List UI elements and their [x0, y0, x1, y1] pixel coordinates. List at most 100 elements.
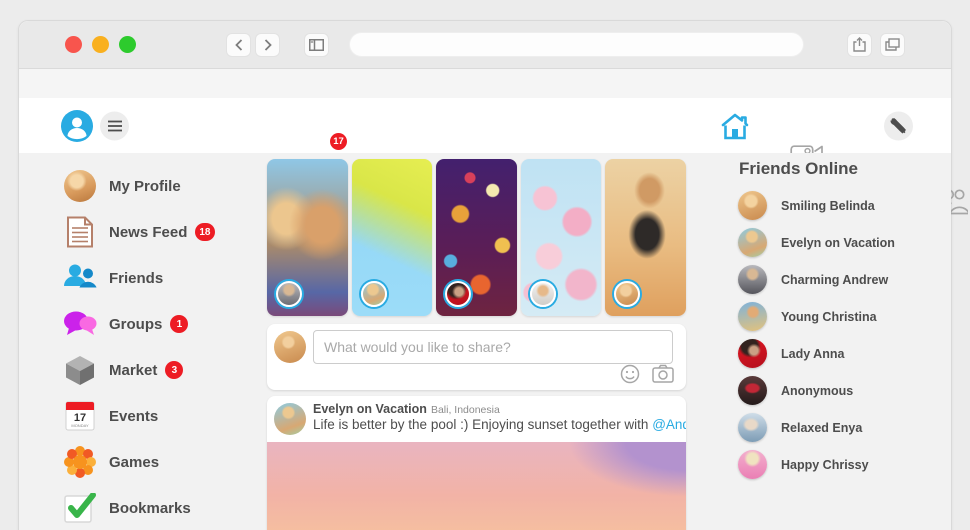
friend-item[interactable]: Relaxed Enya: [734, 409, 959, 446]
sidebar-label: Groups: [109, 316, 162, 333]
friend-item[interactable]: Young Christina: [734, 298, 959, 335]
photo-upload-button[interactable]: [652, 364, 674, 384]
sidebar-item-news-feed[interactable]: News Feed 18: [19, 209, 264, 255]
share-upload-icon: [853, 37, 866, 52]
games-flower-icon: [61, 443, 99, 481]
friend-avatar: [738, 228, 767, 257]
page-margin: [19, 69, 951, 98]
calendar-icon: 17 MONDAY: [61, 397, 99, 435]
video-badge: 17: [330, 133, 347, 150]
zoom-window-button[interactable]: [119, 36, 136, 53]
friend-avatar: [738, 191, 767, 220]
friend-name: Lady Anna: [781, 347, 844, 361]
feed-post[interactable]: Evelyn on Vacation Bali, Indonesia Life i…: [267, 396, 686, 530]
post-author-name[interactable]: Evelyn on Vacation: [313, 402, 427, 416]
story-card[interactable]: [436, 159, 517, 316]
tabs-overview-button[interactable]: [880, 33, 905, 57]
friend-avatar: [738, 376, 767, 405]
minimize-window-button[interactable]: [92, 36, 109, 53]
sidebar-label: Games: [109, 454, 159, 471]
friend-name: Charming Andrew: [781, 273, 888, 287]
sidebar-item-groups[interactable]: Groups 1: [19, 301, 264, 347]
emoji-button[interactable]: [620, 364, 640, 384]
story-author-avatar: [276, 281, 302, 307]
settings-button[interactable]: [884, 111, 913, 140]
address-bar[interactable]: [349, 32, 804, 57]
sidebar-item-my-profile[interactable]: My Profile: [19, 163, 264, 209]
friend-avatar: [738, 450, 767, 479]
friend-item[interactable]: Happy Chrissy: [734, 446, 959, 483]
app-body: My Profile News Fee: [19, 153, 951, 530]
story-card[interactable]: [521, 159, 602, 316]
smiley-icon: [620, 364, 640, 384]
bookmarks-check-icon: [61, 489, 99, 527]
desktop: 17: [0, 0, 970, 530]
sidebar-label: Bookmarks: [109, 500, 191, 517]
forward-button[interactable]: [255, 33, 280, 57]
browser-chrome: [19, 21, 951, 69]
friend-name: Young Christina: [781, 310, 877, 324]
sidebar-item-friends[interactable]: Friends: [19, 255, 264, 301]
profile-avatar-button[interactable]: [61, 110, 93, 142]
friend-item[interactable]: Evelyn on Vacation: [734, 224, 959, 261]
friend-item[interactable]: Smiling Belinda: [734, 187, 959, 224]
story-author-avatar: [445, 281, 471, 307]
back-button[interactable]: [226, 33, 251, 57]
friend-item[interactable]: Charming Andrew: [734, 261, 959, 298]
share-composer: [267, 324, 686, 390]
profile-photo-icon: [61, 167, 99, 205]
svg-text:MONDAY: MONDAY: [71, 423, 89, 428]
left-sidebar: My Profile News Fee: [19, 163, 264, 530]
menu-button[interactable]: [100, 111, 129, 140]
post-text: Life is better by the pool :) Enjoying s…: [313, 417, 652, 432]
friend-name: Anonymous: [781, 384, 853, 398]
friend-name: Evelyn on Vacation: [781, 236, 895, 250]
sidebar-item-events[interactable]: 17 MONDAY Events: [19, 393, 264, 439]
friends-online-title: Friends Online: [739, 159, 959, 179]
story-card[interactable]: [605, 159, 686, 316]
sidebar-item-bookmarks[interactable]: Bookmarks: [19, 485, 264, 530]
friend-avatar: [738, 413, 767, 442]
home-tab[interactable]: [269, 112, 970, 140]
sidebar-label: My Profile: [109, 178, 181, 195]
app-header: 17: [19, 98, 951, 153]
tools-icon: [890, 117, 907, 134]
story-author-avatar: [614, 281, 640, 307]
post-photo[interactable]: [267, 442, 686, 530]
friend-avatar: [738, 265, 767, 294]
stories-row: [267, 159, 686, 316]
camera-icon: [652, 364, 674, 383]
sidebar-label: Friends: [109, 270, 163, 287]
post-author-avatar[interactable]: [274, 403, 306, 435]
chevron-right-icon: [263, 39, 273, 51]
post-location: Bali, Indonesia: [431, 404, 500, 416]
friend-name: Relaxed Enya: [781, 421, 862, 435]
friend-avatar: [738, 339, 767, 368]
friend-item[interactable]: Lady Anna: [734, 335, 959, 372]
friend-name: Smiling Belinda: [781, 199, 875, 213]
composer-avatar: [274, 331, 306, 363]
browser-window: 17: [18, 20, 952, 530]
share-page-button[interactable]: [847, 33, 872, 57]
market-cube-icon: [61, 351, 99, 389]
post-mention-link[interactable]: @Andrew: [652, 417, 686, 432]
tabs-icon: [885, 38, 900, 51]
friends-icon: [61, 259, 99, 297]
sidebar-label: Market: [109, 362, 157, 379]
story-card[interactable]: [352, 159, 433, 316]
sidebar-label: Events: [109, 408, 158, 425]
friend-item[interactable]: Anonymous: [734, 372, 959, 409]
story-author-avatar: [361, 281, 387, 307]
sidebar-toggle-button[interactable]: [304, 33, 329, 57]
story-card[interactable]: [267, 159, 348, 316]
sidebar-item-games[interactable]: Games: [19, 439, 264, 485]
groups-icon: [61, 305, 99, 343]
share-input[interactable]: [313, 330, 673, 364]
sidebar-badge: 1: [170, 315, 188, 333]
close-window-button[interactable]: [65, 36, 82, 53]
home-icon: [720, 112, 750, 140]
user-avatar-icon: [61, 110, 93, 142]
sidebar-item-market[interactable]: Market 3: [19, 347, 264, 393]
chevron-left-icon: [234, 39, 244, 51]
story-author-avatar: [530, 281, 556, 307]
